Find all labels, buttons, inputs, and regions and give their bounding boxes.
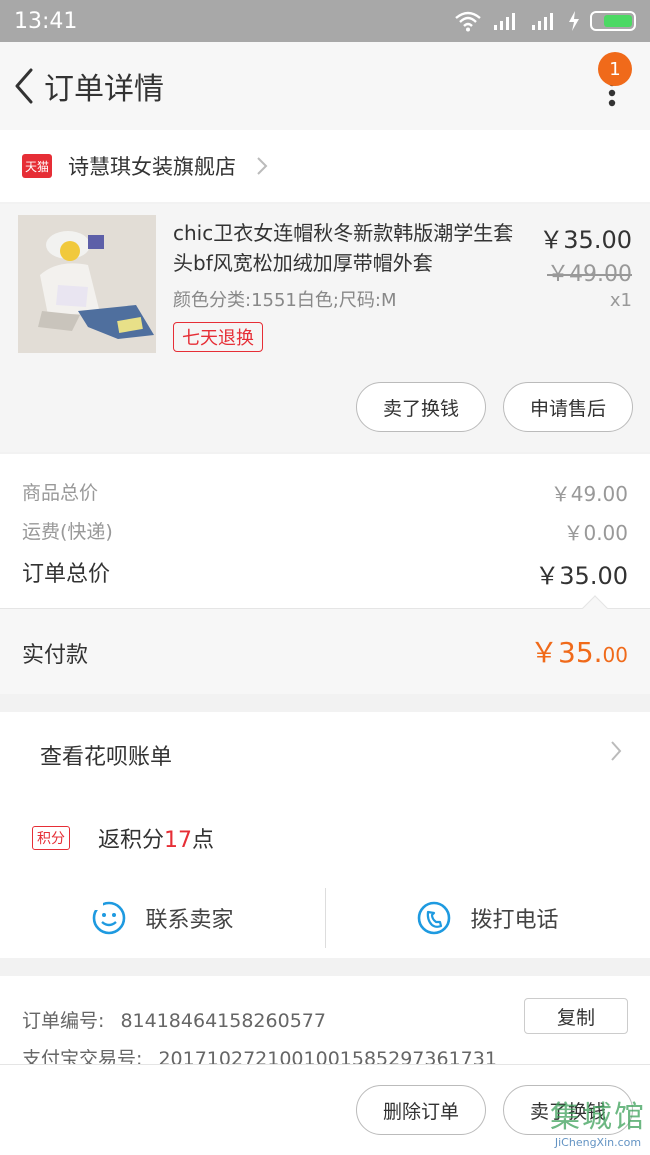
points-suffix: 点	[192, 828, 215, 853]
price-summary: 商品总价 ￥49.00 运费(快递) ￥0.00 订单总价 ￥35.00	[0, 454, 650, 608]
points-prefix: 返积分	[98, 828, 165, 853]
goods-total-value: ￥49.00	[550, 482, 628, 506]
product-title[interactable]: chic卫衣女连帽秋冬新款韩版潮学生套头bf风宽松加绒加厚带帽外套	[173, 218, 523, 278]
watermark-sub: JiChengXin.com	[554, 1136, 642, 1149]
points-text: 返积分17点	[98, 822, 214, 854]
contact-seller-button[interactable]: 联系卖家	[0, 878, 325, 958]
wifi-icon	[455, 11, 481, 32]
tmall-icon: 天猫	[22, 154, 52, 178]
bottom-action-bar: 删除订单 卖了换钱 集城馆 JiChengXin.com	[0, 1064, 650, 1155]
notification-badge: 1	[598, 52, 632, 86]
after-sales-button[interactable]: 申请售后	[503, 382, 633, 432]
status-bar: 13:41	[0, 0, 650, 42]
order-info: 订单编号: 81418464158260577 复制 支付宝交易号: 20171…	[0, 976, 650, 1066]
call-phone-button[interactable]: 拨打电话	[325, 878, 650, 958]
return-policy-badge: 七天退换	[173, 322, 263, 352]
alipay-trade-line: 支付宝交易号: 2017102721001001585297361731	[22, 1044, 497, 1066]
order-total-row: 订单总价 ￥35.00	[22, 556, 628, 591]
back-icon[interactable]	[4, 42, 44, 130]
chat-face-icon	[93, 901, 126, 935]
watermark-main: 集城馆	[550, 1100, 646, 1135]
goods-total-label: 商品总价	[22, 482, 99, 504]
paid-value-cents: 00	[602, 643, 628, 667]
signal-icon-2	[532, 13, 553, 30]
divider	[325, 888, 326, 948]
delete-order-button[interactable]: 删除订单	[356, 1085, 486, 1135]
points-row: 积分 返积分17点	[0, 798, 650, 878]
order-number-value: 81418464158260577	[120, 1010, 326, 1032]
product-quantity: x1	[609, 290, 632, 311]
call-phone-label: 拨打电话	[470, 908, 559, 933]
store-name: 诗慧琪女装旗舰店	[68, 155, 236, 179]
order-number-line: 订单编号: 81418464158260577	[22, 1006, 326, 1033]
product-price: ￥35.00	[539, 226, 632, 254]
shipping-value: ￥0.00	[563, 521, 628, 545]
paid-amount-row: 实付款 ￥35.00	[0, 595, 650, 694]
goods-total-row: 商品总价 ￥49.00	[22, 478, 628, 507]
paid-value: ￥35.00	[530, 631, 628, 671]
product-attributes: 颜色分类:1551白色;尺码:M	[173, 290, 397, 311]
paid-label: 实付款	[22, 643, 89, 668]
battery-icon	[590, 11, 636, 31]
huabei-bill-row[interactable]: 查看花呗账单	[0, 712, 650, 798]
product-original-price: ￥49.00	[547, 262, 632, 287]
watermark-logo: 集城馆 JiChengXin.com	[550, 1092, 646, 1149]
chevron-right-icon	[257, 157, 268, 175]
paid-value-main: ￥35.	[530, 636, 603, 669]
resell-button[interactable]: 卖了换钱	[356, 382, 486, 432]
contact-row: 联系卖家 拨打电话	[0, 878, 650, 958]
order-total-label: 订单总价	[22, 562, 111, 587]
page-title: 订单详情	[44, 72, 164, 107]
store-row[interactable]: 天猫 诗慧琪女装旗舰店	[0, 130, 650, 202]
order-number-label: 订单编号:	[22, 1010, 105, 1032]
product-item[interactable]: chic卫衣女连帽秋冬新款韩版潮学生套头bf风宽松加绒加厚带帽外套 颜色分类:1…	[0, 204, 650, 452]
product-thumbnail[interactable]	[18, 215, 156, 353]
contact-seller-label: 联系卖家	[145, 908, 234, 933]
points-badge: 积分	[32, 826, 70, 850]
signal-icon	[494, 13, 515, 30]
copy-button[interactable]: 复制	[524, 998, 628, 1034]
charging-icon	[569, 11, 579, 31]
order-total-value: ￥35.00	[535, 562, 628, 590]
status-time: 13:41	[14, 8, 78, 34]
huabei-label: 查看花呗账单	[40, 745, 173, 770]
nav-bar: 订单详情 1	[0, 42, 650, 130]
phone-icon	[418, 901, 451, 935]
shipping-label: 运费(快递)	[22, 521, 113, 543]
status-icons	[454, 10, 636, 32]
chevron-right-icon	[611, 741, 622, 761]
shipping-row: 运费(快递) ￥0.00	[22, 517, 628, 546]
points-number: 17	[164, 828, 193, 853]
